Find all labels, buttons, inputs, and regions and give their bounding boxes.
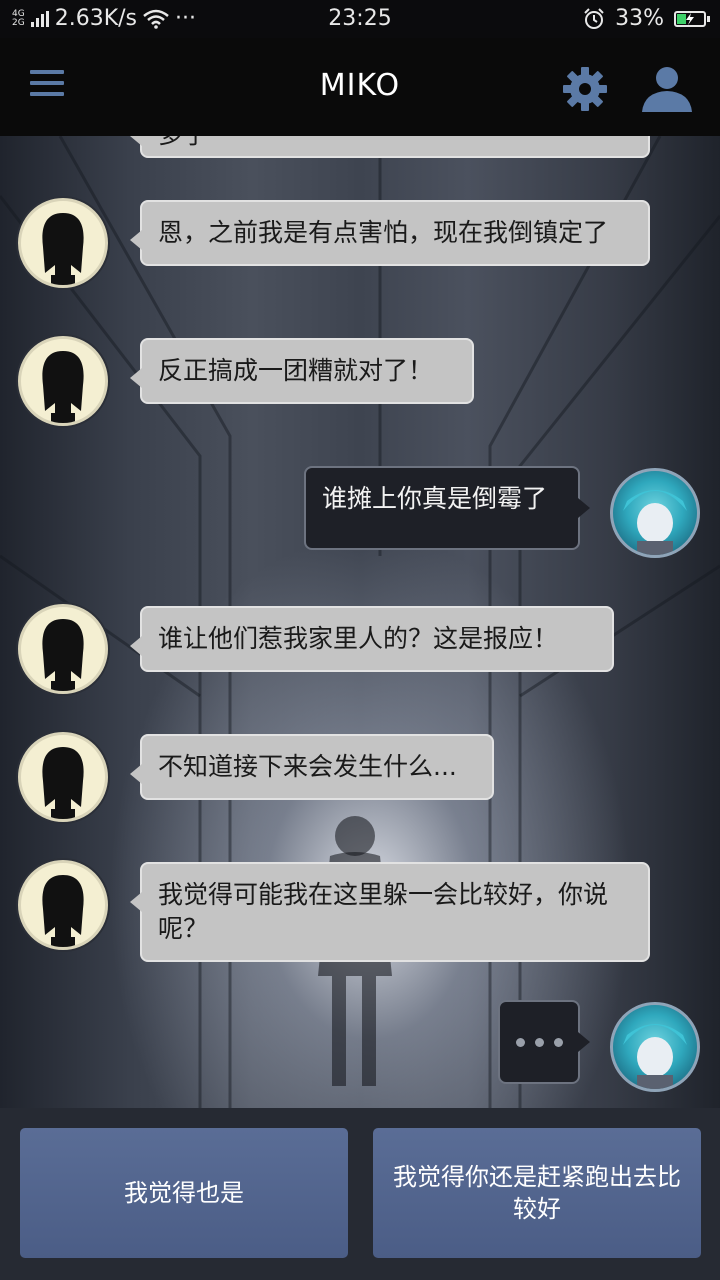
message-text: 我觉得可能我在这里躲一会比较好，你说呢？ [158, 880, 609, 943]
message-text: 恩，之前我是有点害怕，现在我倒镇定了 [158, 218, 609, 247]
message-bubble: 不知道接下来会发生什么... [130, 734, 494, 800]
npc-avatar[interactable] [18, 732, 108, 822]
message-bubble: 谁让他们惹我家里人的？这是报应！ [130, 606, 614, 672]
reply-option-label: 我觉得你还是赶紧跑出去比较好 [393, 1163, 681, 1223]
chat-area[interactable]: 多了 恩，之前我是有点害怕，现在我倒镇定了 反正搞成一团糟就对了！ 谁摊上你真是… [0, 136, 720, 1108]
npc-avatar[interactable] [18, 860, 108, 950]
reply-option-button[interactable]: 我觉得你还是赶紧跑出去比较好 [373, 1128, 701, 1258]
message-text: 反正搞成一团糟就对了！ [158, 356, 434, 385]
user-icon[interactable] [640, 64, 694, 114]
reply-panel: 我觉得也是 我觉得你还是赶紧跑出去比较好 [0, 1108, 720, 1280]
reply-option-label: 我觉得也是 [124, 1179, 244, 1207]
message-text: 谁让他们惹我家里人的？这是报应！ [158, 624, 559, 653]
message-bubble: 恩，之前我是有点害怕，现在我倒镇定了 [130, 200, 650, 266]
alarm-clock-icon [584, 7, 604, 29]
npc-avatar[interactable] [18, 198, 108, 288]
reply-option-button[interactable]: 我觉得也是 [20, 1128, 348, 1258]
player-avatar[interactable] [610, 1002, 700, 1092]
npc-avatar[interactable] [18, 604, 108, 694]
message-bubble: 谁摊上你真是倒霉了 [304, 466, 590, 550]
message-bubble: 反正搞成一团糟就对了！ [130, 338, 474, 404]
gear-icon[interactable] [560, 64, 610, 114]
chat-title: MIKO [319, 68, 401, 103]
app-bar: MIKO [0, 38, 720, 136]
message-text: 多了 [158, 136, 208, 149]
message-bubble: 我觉得可能我在这里躲一会比较好，你说呢？ [130, 862, 650, 962]
battery-icon [674, 10, 710, 27]
npc-avatar[interactable] [18, 336, 108, 426]
status-bar: 4G 2G 2.63K/s ··· 23:25 33% [0, 0, 720, 38]
message-text: 不知道接下来会发生什么... [158, 752, 457, 781]
message-text: 谁摊上你真是倒霉了 [322, 484, 548, 513]
battery-percent: 33% [615, 6, 664, 31]
typing-indicator [498, 1000, 590, 1084]
message-bubble: 多了 [130, 136, 650, 158]
player-avatar[interactable] [610, 468, 700, 558]
